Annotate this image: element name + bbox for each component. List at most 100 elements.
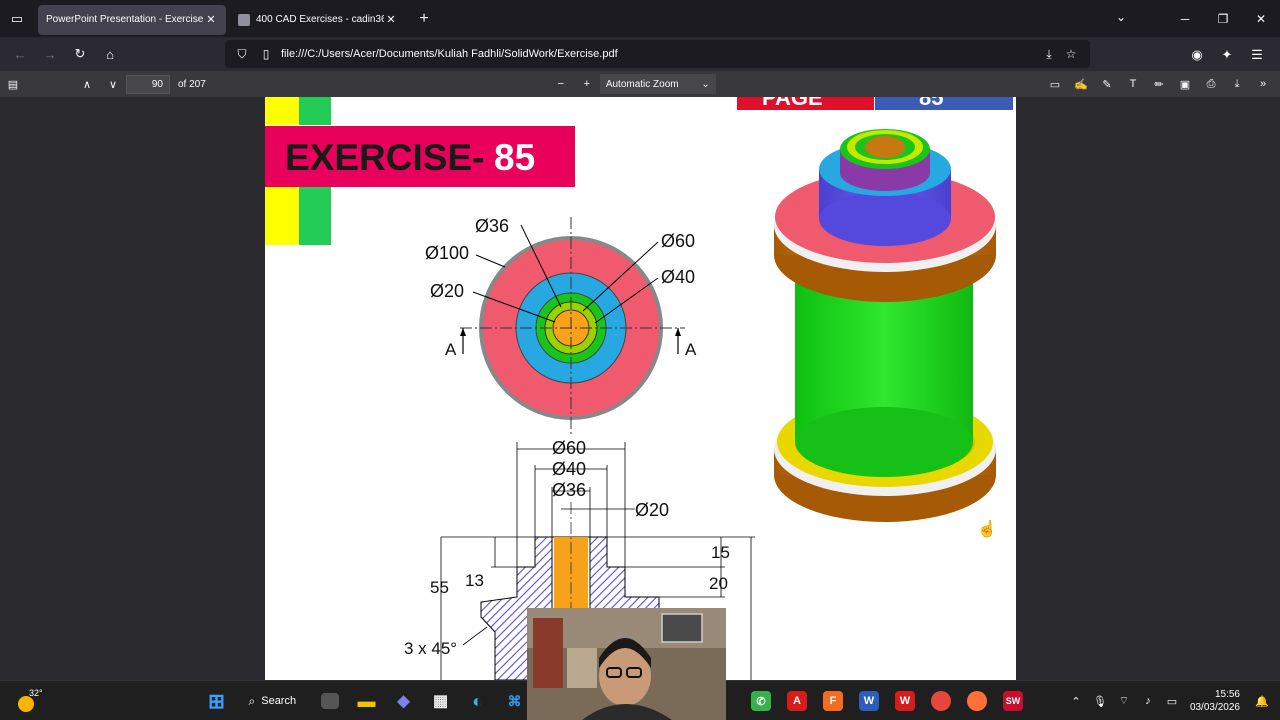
firefox-icon[interactable] (967, 691, 987, 711)
teams-icon[interactable]: ◆ (389, 686, 419, 716)
page-banner-right (875, 97, 1013, 110)
clock[interactable]: 15:56 03/03/2026 (1190, 688, 1240, 714)
chevron-up-icon[interactable]: ⌃ (1064, 695, 1088, 708)
app-icon[interactable]: ⌘ (500, 686, 530, 716)
page-number-input[interactable] (126, 74, 170, 94)
battery-icon[interactable]: ▭ (1160, 695, 1184, 708)
restore-button[interactable]: ❐ (1204, 0, 1242, 37)
search-label: Search (261, 695, 297, 707)
minimize-button[interactable]: ─ (1166, 0, 1204, 37)
acrobat-icon[interactable]: A (787, 691, 807, 711)
pdf-page: EXERCISE- 85 PAGE 85 Ø36 Ø100 Ø20 Ø60 Ø4… (265, 97, 1016, 680)
sidebar-toggle-icon[interactable]: ▤ (0, 72, 26, 96)
windows-start-icon[interactable]: ⊞ (202, 686, 232, 716)
bookmark-star-icon[interactable]: ☆ (1060, 47, 1082, 61)
window-controls: ─ ❐ ✕ (1166, 0, 1280, 37)
phone-app-icon[interactable]: ✆ (751, 691, 771, 711)
system-tray: ⌃ 🎙 ⌔ ♪ ▭ 15:56 03/03/2026 🔔 (1064, 681, 1280, 720)
tab-title: 400 CAD Exercises - cadin360.com (256, 14, 384, 25)
tab-cad-exercises[interactable]: 400 CAD Exercises - cadin360.com ✕ (230, 5, 406, 35)
pdf-toolbar: ▤ ∧ ∨ of 207 − + Automatic Zoom ⌄ ▭ ✍ ✎ … (0, 71, 1280, 97)
url-bar[interactable]: ⛉ ▯ file:///C:/Users/Acer/Documents/Kuli… (225, 40, 1090, 68)
back-button[interactable]: ← (5, 39, 35, 69)
exercise-number: 85 (494, 137, 535, 178)
microphone-icon[interactable]: 🎙 (1088, 695, 1112, 708)
print-icon[interactable]: ⎙ (1198, 72, 1224, 96)
yellow-block (265, 97, 299, 125)
save-icon[interactable]: ⤓ (1224, 72, 1250, 96)
screen: ▭ PowerPoint Presentation - Exercise.pdf… (0, 0, 1280, 720)
download-icon[interactable]: ⤓ (1038, 47, 1060, 62)
clock-date: 03/03/2026 (1189, 702, 1240, 713)
weather-widget[interactable]: 32° (14, 687, 44, 715)
chevron-down-icon: ⌄ (701, 78, 710, 90)
next-page-button[interactable]: ∨ (100, 72, 126, 96)
menu-icon[interactable]: ☰ (1242, 40, 1272, 70)
extensions-icon[interactable]: ✦ (1212, 40, 1242, 70)
close-icon[interactable]: ✕ (204, 13, 218, 26)
dim-d60-section: Ø60 (552, 438, 586, 458)
solidworks-icon[interactable]: SW (1003, 691, 1023, 711)
green-block (299, 97, 331, 125)
dim-d36-section: Ø36 (552, 480, 586, 500)
weather-sun-icon (18, 696, 34, 712)
dim-d20-top: Ø20 (430, 281, 464, 301)
yellow-block (265, 187, 299, 245)
page-banner-number: 85 (919, 97, 943, 110)
file-explorer-icon[interactable]: ▬ (352, 686, 382, 716)
webcam-feed (527, 608, 726, 720)
page-banner-label: PAGE (762, 97, 823, 110)
reload-button[interactable]: ↻ (65, 39, 95, 69)
pdf-viewer[interactable]: EXERCISE- 85 PAGE 85 Ø36 Ø100 Ø20 Ø60 Ø4… (0, 97, 1280, 680)
more-tools-icon[interactable]: » (1250, 72, 1276, 96)
task-view-icon[interactable] (321, 693, 339, 709)
forward-button[interactable]: → (35, 39, 65, 69)
hand-cursor-icon: ☝ (977, 519, 997, 538)
dim-15: 15 (711, 543, 730, 562)
tab-strip: ▭ PowerPoint Presentation - Exercise.pdf… (0, 0, 1280, 37)
highlight-icon[interactable]: ✎ (1094, 72, 1120, 96)
dim-20: 20 (709, 574, 728, 593)
store-icon[interactable]: ▦ (426, 686, 456, 716)
wps-icon[interactable]: W (895, 691, 915, 711)
home-button[interactable]: ⌂ (95, 39, 125, 69)
webcam-overlay (527, 608, 726, 720)
close-icon[interactable]: ✕ (384, 13, 398, 26)
url-text[interactable]: file:///C:/Users/Acer/Documents/Kuliah F… (281, 48, 1038, 60)
draw-icon[interactable]: ✏ (1146, 72, 1172, 96)
taskbar-search[interactable]: ⌕ Search (239, 686, 309, 716)
text-icon[interactable]: T (1120, 72, 1146, 96)
signature-icon[interactable]: ✍ (1068, 72, 1094, 96)
previous-page-button[interactable]: ∧ (74, 72, 100, 96)
shield-icon[interactable]: ⛉ (233, 47, 251, 62)
section-a-left: A (445, 340, 457, 359)
dim-13: 13 (465, 571, 484, 590)
image-icon[interactable]: ▣ (1172, 72, 1198, 96)
edge-icon[interactable]: ◐ (463, 686, 493, 716)
chrome-icon[interactable] (931, 691, 951, 711)
search-icon: ⌕ (248, 693, 256, 708)
tab-title: PowerPoint Presentation - Exercise.pdf (46, 14, 204, 25)
notification-bell-icon[interactable]: 🔔 (1250, 695, 1274, 708)
comment-icon[interactable]: ▭ (1042, 72, 1068, 96)
dim-chamfer: 3 x 45° (404, 639, 457, 658)
tab-exercise-pdf[interactable]: PowerPoint Presentation - Exercise.pdf ✕ (38, 4, 226, 35)
navigation-bar: ← → ↻ ⌂ ⛉ ▯ file:///C:/Users/Acer/Docume… (0, 37, 1280, 71)
new-tab-button[interactable]: + (410, 5, 438, 33)
dim-d60-top: Ø60 (661, 231, 695, 251)
tab-list-icon[interactable]: ▭ (0, 0, 34, 37)
account-icon[interactable]: ◉ (1182, 40, 1212, 70)
fusion-icon[interactable]: F (823, 691, 843, 711)
chevron-down-icon[interactable]: ⌄ (1116, 10, 1126, 24)
close-window-button[interactable]: ✕ (1242, 0, 1280, 37)
toolbar-right: ◉ ✦ ☰ (1182, 40, 1272, 70)
word-icon[interactable]: W (859, 691, 879, 711)
page-count: of 207 (178, 78, 206, 90)
wifi-icon[interactable]: ⌔ (1112, 694, 1136, 708)
dim-d36-top: Ø36 (475, 216, 509, 236)
zoom-out-button[interactable]: − (548, 72, 574, 96)
zoom-select[interactable]: Automatic Zoom ⌄ (599, 74, 716, 94)
zoom-in-button[interactable]: + (574, 72, 600, 96)
top-view (460, 217, 685, 437)
volume-icon[interactable]: ♪ (1136, 695, 1160, 707)
